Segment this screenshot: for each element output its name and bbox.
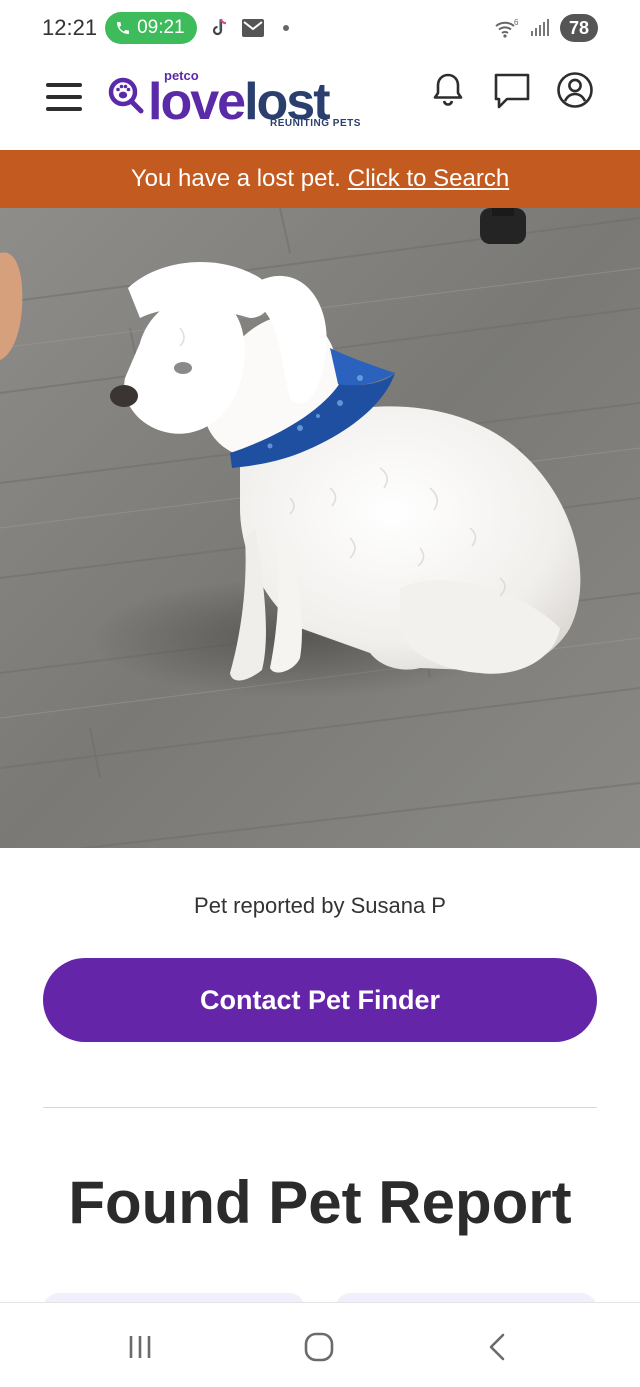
notification-dot [282, 25, 289, 31]
wifi-icon: 6 [495, 18, 519, 38]
mail-icon [241, 19, 264, 37]
click-to-search-link[interactable]: Click to Search [348, 165, 509, 193]
contact-pet-finder-button[interactable]: Contact Pet Finder [43, 958, 597, 1042]
recent-apps-icon[interactable] [115, 1327, 165, 1367]
divider [43, 1107, 597, 1108]
call-duration: 09:21 [137, 17, 185, 38]
battery-indicator: 78 [559, 14, 598, 42]
reported-by-text: Pet reported by Susana P [194, 893, 446, 918]
app-header: petco lovelost REUNITING PETS [0, 56, 640, 150]
phone-icon [117, 22, 130, 34]
logo-tagline: REUNITING PETS [270, 118, 361, 129]
signal-icon [530, 19, 549, 36]
back-icon[interactable] [473, 1327, 523, 1367]
svg-text:6: 6 [514, 18, 519, 27]
system-nav-bar [0, 1302, 640, 1387]
pet-photo [0, 208, 640, 848]
paw-search-icon [108, 77, 144, 114]
logo-love: love [148, 73, 246, 131]
call-indicator[interactable]: 09:21 [105, 12, 197, 44]
status-bar: 12:21 09:21 6 78 [0, 0, 640, 56]
found-pet-report-title: Found Pet Report [68, 1169, 572, 1236]
account-icon[interactable] [556, 71, 594, 109]
lost-pet-banner: You have a lost pet. Click to Search [0, 150, 640, 208]
menu-icon[interactable] [46, 80, 82, 114]
status-time: 12:21 [42, 15, 98, 40]
banner-text: You have a lost pet. [130, 165, 341, 192]
tiktok-icon [212, 18, 226, 36]
chat-icon[interactable] [493, 72, 531, 110]
home-icon[interactable] [294, 1327, 344, 1367]
bell-icon[interactable] [429, 70, 467, 108]
petco-love-lost-logo[interactable]: petco lovelost REUNITING PETS [106, 66, 376, 136]
